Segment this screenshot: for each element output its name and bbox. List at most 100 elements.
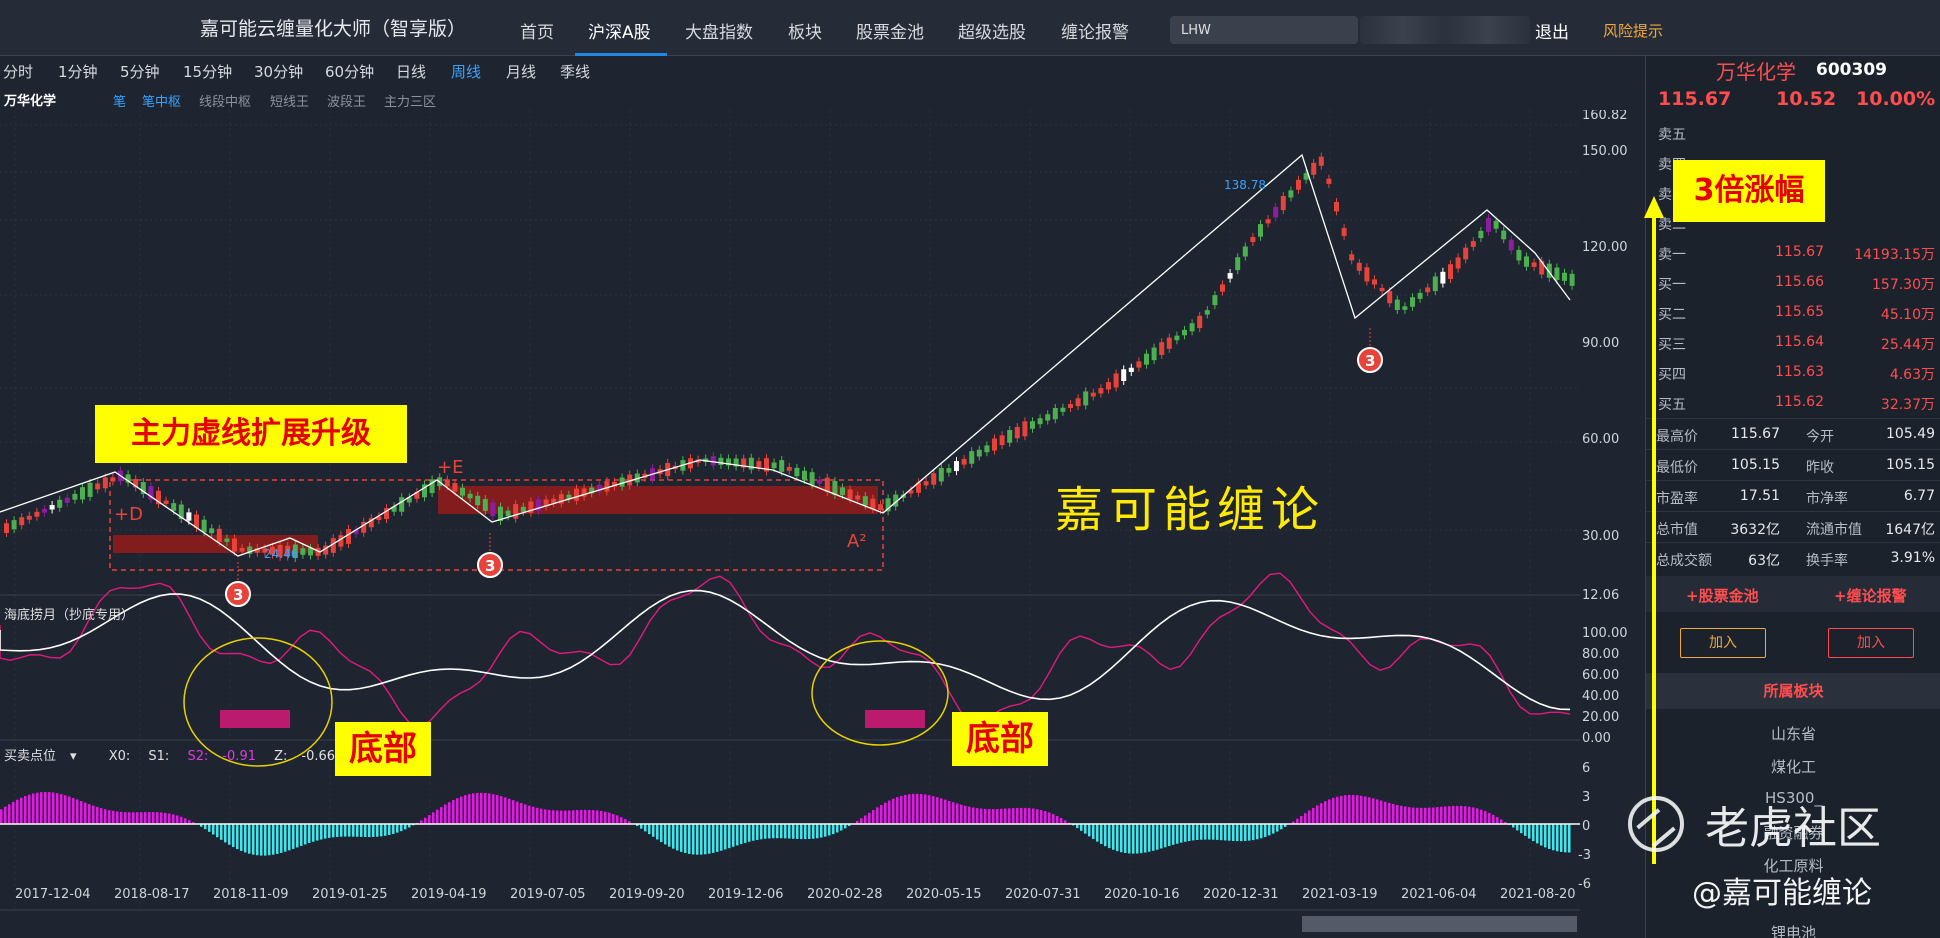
tab-30min[interactable]: 30分钟 [254, 61, 303, 82]
histogram-bar [1468, 806, 1471, 824]
candle-body [1121, 369, 1127, 382]
add-to-pool-button[interactable]: 加入 [1680, 628, 1766, 658]
indicator-main-zones[interactable]: 主力三区 [384, 91, 436, 110]
histogram-bar [448, 802, 451, 824]
tab-60min[interactable]: 60分钟 [325, 61, 374, 82]
bs-y-tick: -3 [1578, 848, 1591, 863]
histogram-bar [1008, 808, 1011, 824]
histogram-bar [356, 824, 359, 837]
candle-body [1478, 230, 1484, 239]
histogram-bar [452, 800, 455, 824]
tab-weekly[interactable]: 周线 [451, 61, 481, 82]
candle-body [1296, 179, 1301, 190]
candle-body [976, 449, 982, 457]
indicator-short-king[interactable]: 短线王 [270, 91, 309, 110]
tab-timeshare[interactable]: 分时 [3, 61, 33, 82]
histogram-bar [768, 824, 771, 839]
panel-tabs: +股票金池 +缠论报警 [1646, 576, 1940, 612]
nav-super-select[interactable]: 超级选股 [958, 18, 1026, 43]
risk-notice-link[interactable]: 风险提示 [1603, 20, 1663, 41]
histogram-bar [552, 810, 555, 824]
indicator-bi[interactable]: 笔 [113, 91, 126, 110]
nav-sector[interactable]: 板块 [788, 18, 822, 43]
candle-body [1569, 273, 1575, 286]
histogram-bar [1256, 824, 1259, 840]
sector-item[interactable]: 山东省 [1646, 723, 1940, 744]
tab-daily[interactable]: 日线 [396, 61, 426, 82]
histogram-bar [16, 799, 19, 824]
oscillator-title: 海底捞月（抄底专用） [4, 608, 135, 623]
histogram-bar [404, 824, 407, 830]
histogram-bar [948, 800, 951, 824]
histogram-bar [120, 811, 123, 824]
nav-stock-pool[interactable]: 股票金池 [856, 18, 924, 43]
histogram-bar [1568, 824, 1571, 853]
histogram-bar [536, 807, 539, 824]
y-tick: 160.82 [1582, 110, 1628, 123]
histogram-bar [1264, 824, 1267, 837]
candle-body [938, 467, 944, 482]
candle-body [1508, 239, 1514, 251]
candle-body [1326, 178, 1332, 184]
quote-stock-code: 600309 [1816, 60, 1887, 80]
histogram-bar [1036, 809, 1039, 824]
tab-chan-alert[interactable]: +缠论报警 [1834, 585, 1907, 606]
nav-a-shares[interactable]: 沪深A股 [588, 18, 651, 43]
stat-row: 最高价 115.67 今开 105.49 [1646, 418, 1940, 449]
nav-home[interactable]: 首页 [520, 18, 554, 43]
histogram-bar [388, 824, 391, 835]
histogram-bar [592, 810, 595, 824]
sector-item[interactable]: 锂电池 [1646, 922, 1940, 938]
indicator-segment-center[interactable]: 线段中枢 [199, 91, 251, 110]
tab-monthly[interactable]: 月线 [506, 61, 536, 82]
bs-title[interactable]: 买卖点位 ▾ [4, 749, 91, 764]
candle-body [1174, 335, 1180, 341]
candle-body [1394, 299, 1400, 311]
histogram-bar [1412, 807, 1415, 824]
histogram-bar [208, 824, 211, 832]
chart-canvas[interactable]: 160.82 150.00 120.00 90.00 60.00 30.00 1… [0, 110, 1645, 938]
histogram-bar [372, 824, 375, 837]
indicator-wave-king[interactable]: 波段王 [327, 91, 366, 110]
histogram-bar [1396, 804, 1399, 824]
x-axis-date: 2019-12-06 [708, 887, 784, 902]
histogram-bar [44, 791, 47, 824]
candle-body [710, 456, 716, 466]
histogram-bar [332, 824, 335, 838]
logout-button[interactable]: 退出 [1535, 18, 1569, 43]
tab-1min[interactable]: 1分钟 [58, 61, 98, 82]
candle-body [1098, 388, 1104, 394]
candle-body [1425, 287, 1431, 293]
watermark-author: @嘉可能缠论 [1692, 876, 1872, 911]
indicator-bi-center[interactable]: 笔中枢 [142, 91, 181, 110]
tab-5min[interactable]: 5分钟 [120, 61, 160, 82]
histogram-bar [932, 796, 935, 824]
tab-stock-pool[interactable]: +股票金池 [1686, 585, 1759, 606]
histogram-bar [1168, 824, 1171, 847]
add-alert-button[interactable]: 加入 [1828, 628, 1914, 658]
candle-body [4, 523, 9, 534]
histogram-bar [1528, 824, 1531, 839]
nav-alert[interactable]: 缠论报警 [1061, 18, 1129, 43]
annotation-upgrade: 主力虚线扩展升级 [95, 405, 407, 463]
histogram-bar [1132, 824, 1135, 854]
search-input[interactable]: LHW [1170, 16, 1358, 44]
candle-body [505, 510, 511, 517]
sector-item[interactable]: 煤化工 [1646, 756, 1940, 777]
histogram-bar [1180, 824, 1183, 843]
candle-body [1166, 337, 1172, 349]
candle-body [1090, 392, 1096, 397]
histogram-bar [1348, 794, 1351, 824]
histogram-bar [1488, 812, 1491, 824]
histogram-bar [92, 805, 95, 824]
histogram-bar [352, 824, 355, 837]
candle-body [1440, 271, 1446, 284]
nav-index[interactable]: 大盘指数 [685, 18, 753, 43]
histogram-bar [8, 804, 11, 824]
tab-quarterly[interactable]: 季线 [560, 61, 590, 82]
histogram-bar [312, 824, 315, 842]
candle-body [1341, 228, 1347, 236]
tab-15min[interactable]: 15分钟 [183, 61, 232, 82]
histogram-bar [1028, 808, 1031, 824]
histogram-bar [564, 810, 567, 824]
